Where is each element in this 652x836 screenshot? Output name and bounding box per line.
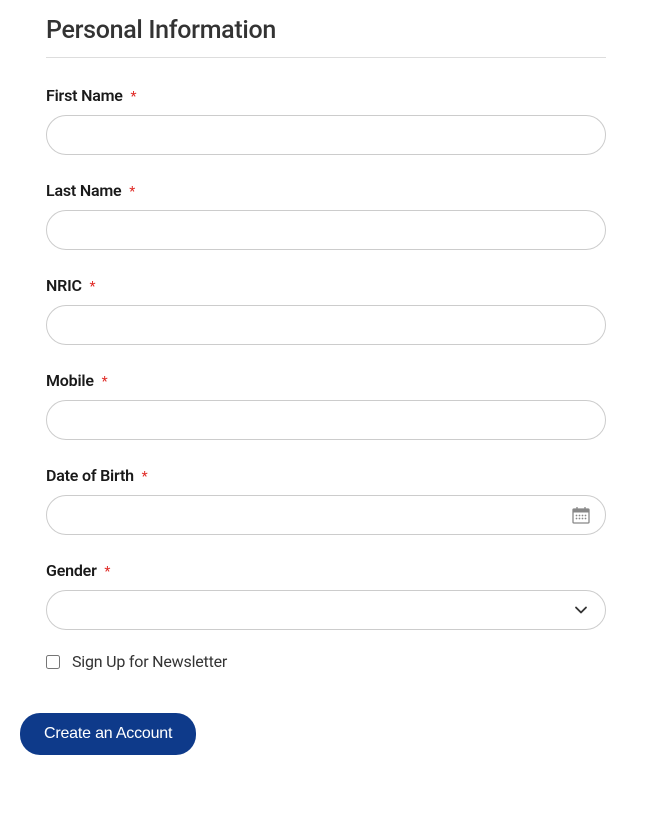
gender-group: Gender * — [46, 561, 606, 630]
required-indicator: * — [90, 279, 96, 295]
dob-group: Date of Birth * — [46, 466, 606, 535]
last-name-input[interactable] — [46, 210, 606, 250]
dob-label-text: Date of Birth — [46, 466, 134, 485]
first-name-input[interactable] — [46, 115, 606, 155]
nric-label: NRIC * — [46, 276, 606, 295]
section-title: Personal Information — [46, 16, 606, 58]
required-indicator: * — [104, 564, 110, 580]
mobile-label-text: Mobile — [46, 371, 94, 390]
dob-input[interactable] — [46, 495, 606, 535]
newsletter-group: Sign Up for Newsletter — [46, 652, 606, 671]
required-indicator: * — [102, 374, 108, 390]
first-name-label: First Name * — [46, 86, 606, 105]
mobile-group: Mobile * — [46, 371, 606, 440]
gender-label-text: Gender — [46, 561, 97, 580]
nric-group: NRIC * — [46, 276, 606, 345]
last-name-label-text: Last Name — [46, 181, 121, 200]
gender-select[interactable] — [46, 590, 606, 630]
dob-label: Date of Birth * — [46, 466, 606, 485]
required-indicator: * — [131, 89, 137, 105]
create-account-button[interactable]: Create an Account — [20, 713, 196, 755]
required-indicator: * — [129, 184, 135, 200]
newsletter-checkbox[interactable] — [46, 655, 60, 669]
mobile-label: Mobile * — [46, 371, 606, 390]
mobile-input[interactable] — [46, 400, 606, 440]
last-name-group: Last Name * — [46, 181, 606, 250]
gender-label: Gender * — [46, 561, 606, 580]
first-name-group: First Name * — [46, 86, 606, 155]
nric-label-text: NRIC — [46, 276, 82, 295]
newsletter-label: Sign Up for Newsletter — [72, 652, 227, 671]
first-name-label-text: First Name — [46, 86, 123, 105]
nric-input[interactable] — [46, 305, 606, 345]
required-indicator: * — [142, 469, 148, 485]
last-name-label: Last Name * — [46, 181, 606, 200]
